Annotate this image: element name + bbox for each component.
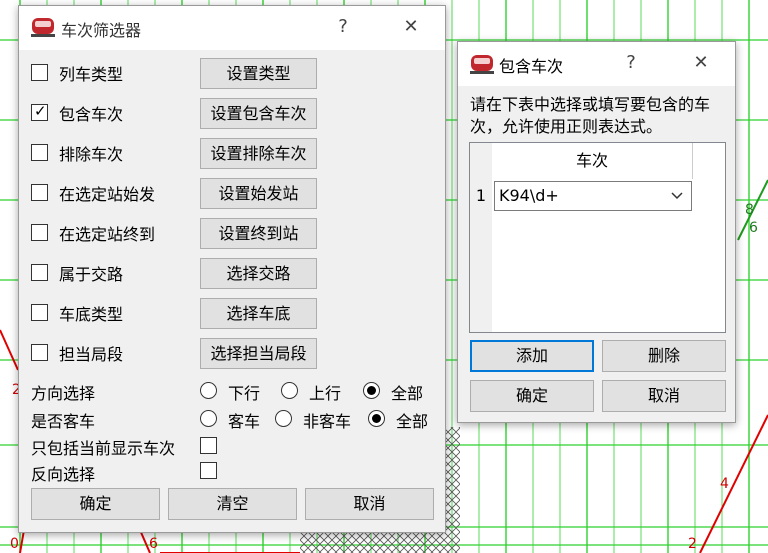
train-combo[interactable]: K94\d+ bbox=[494, 181, 692, 211]
trainset-type-checkbox[interactable] bbox=[31, 304, 48, 321]
dialog-title: 包含车次 bbox=[499, 57, 564, 76]
exclude-trains-button[interactable]: 设置排除车次 bbox=[200, 138, 317, 169]
row-index: 1 bbox=[475, 186, 487, 205]
only-shown-checkbox[interactable] bbox=[200, 437, 217, 454]
only-shown-label: 只包括当前显示车次 bbox=[31, 439, 176, 458]
train-table: 车次 1 K94\d+ bbox=[469, 142, 726, 333]
clear-button[interactable]: 清空 bbox=[168, 488, 297, 520]
exclude-trains-label: 排除车次 bbox=[59, 145, 124, 164]
operator-checkbox[interactable] bbox=[31, 344, 48, 361]
help-button[interactable]: ? bbox=[323, 12, 363, 42]
train-type-button[interactable]: 设置类型 bbox=[200, 58, 317, 89]
close-button[interactable]: ✕ bbox=[681, 48, 721, 78]
row-header-column bbox=[470, 143, 492, 332]
close-button[interactable]: ✕ bbox=[391, 12, 431, 42]
ok-button[interactable]: 确定 bbox=[470, 380, 594, 412]
passenger-radio-0[interactable] bbox=[200, 410, 217, 427]
exclude-trains-checkbox[interactable] bbox=[31, 144, 48, 161]
trainset-type-button[interactable]: 选择车底 bbox=[200, 298, 317, 329]
passenger-radio-1[interactable] bbox=[275, 410, 292, 427]
add-button[interactable]: 添加 bbox=[470, 340, 594, 372]
bg-label: 6 bbox=[749, 220, 758, 236]
instruction-text: 请在下表中选择或填写要包含的车次，允许使用正则表达式。 bbox=[470, 95, 711, 136]
check-icon: ✓ bbox=[34, 102, 47, 120]
terminal-station-label: 在选定站终到 bbox=[59, 225, 156, 244]
combo-value: K94\d+ bbox=[499, 186, 559, 205]
radio-dot bbox=[367, 386, 376, 395]
bg-label: 4 bbox=[720, 476, 729, 492]
direction-radio-2[interactable] bbox=[363, 382, 380, 399]
dialog-title: 车次筛选器 bbox=[61, 21, 142, 40]
terminal-station-button[interactable]: 设置终到站 bbox=[200, 218, 317, 249]
direction-label: 方向选择 bbox=[31, 384, 96, 403]
train-type-checkbox[interactable] bbox=[31, 64, 48, 81]
direction-option-label: 上行 bbox=[309, 384, 342, 403]
train-type-label: 列车类型 bbox=[59, 65, 124, 84]
include-trains-label: 包含车次 bbox=[59, 105, 124, 124]
route-checkbox[interactable] bbox=[31, 264, 48, 281]
passenger-option-label: 非客车 bbox=[303, 412, 352, 431]
operator-button[interactable]: 选择担当局段 bbox=[200, 338, 317, 369]
delete-button[interactable]: 删除 bbox=[602, 340, 726, 372]
route-label: 属于交路 bbox=[59, 265, 124, 284]
passenger-option-label: 客车 bbox=[228, 412, 261, 431]
bg-label: 0 bbox=[10, 536, 19, 552]
train-line bbox=[0, 329, 19, 371]
direction-option-label: 全部 bbox=[391, 384, 424, 403]
route-button[interactable]: 选择交路 bbox=[200, 258, 317, 289]
passenger-option-label: 全部 bbox=[396, 412, 429, 431]
radio-dot bbox=[372, 414, 381, 423]
train-icon bbox=[470, 55, 494, 74]
direction-radio-0[interactable] bbox=[200, 382, 217, 399]
direction-radio-1[interactable] bbox=[281, 382, 298, 399]
help-button[interactable]: ? bbox=[611, 48, 651, 78]
bg-label: 8 bbox=[745, 202, 754, 218]
ok-button[interactable]: 确定 bbox=[31, 488, 160, 520]
chevron-down-icon[interactable] bbox=[671, 191, 683, 201]
origin-station-button[interactable]: 设置始发站 bbox=[200, 178, 317, 209]
direction-option-label: 下行 bbox=[228, 384, 261, 403]
title-bar: 车次筛选器 ? ✕ bbox=[19, 6, 445, 50]
reverse-label: 反向选择 bbox=[31, 465, 96, 484]
operator-label: 担当局段 bbox=[59, 345, 124, 364]
passenger-label: 是否客车 bbox=[31, 412, 96, 431]
include-trains-checkbox[interactable]: ✓ bbox=[31, 102, 48, 121]
passenger-radio-2[interactable] bbox=[368, 410, 385, 427]
terminal-station-checkbox[interactable] bbox=[31, 224, 48, 241]
filter-dialog: 车次筛选器 ? ✕ 列车类型 设置类型 ✓ 包含车次 设置包含车次排除车次 设置排除车次在… bbox=[18, 5, 446, 533]
train-line bbox=[699, 414, 768, 553]
bg-label: 2 bbox=[688, 536, 697, 552]
cancel-button[interactable]: 取消 bbox=[305, 488, 434, 520]
origin-station-checkbox[interactable] bbox=[31, 184, 48, 201]
include-trains-dialog: 包含车次 ? ✕ 请在下表中选择或填写要包含的车次，允许使用正则表达式。 车次 … bbox=[457, 41, 736, 423]
include-trains-button[interactable]: 设置包含车次 bbox=[200, 98, 317, 129]
trainset-type-label: 车底类型 bbox=[59, 305, 124, 324]
train-icon bbox=[31, 18, 55, 37]
reverse-checkbox[interactable] bbox=[200, 462, 217, 479]
title-bar: 包含车次 ? ✕ bbox=[458, 42, 735, 86]
column-header: 车次 bbox=[492, 143, 693, 179]
bg-label: 6 bbox=[149, 536, 158, 552]
origin-station-label: 在选定站始发 bbox=[59, 185, 156, 204]
cancel-button[interactable]: 取消 bbox=[602, 380, 726, 412]
